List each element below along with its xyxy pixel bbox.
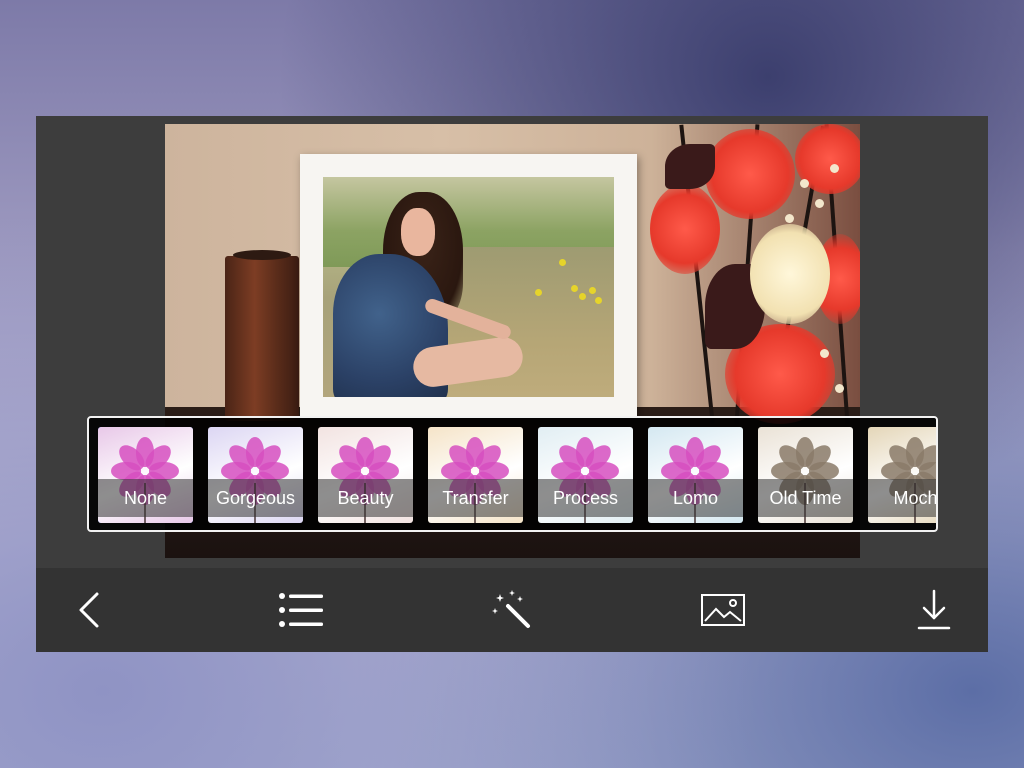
- filter-label: None: [98, 479, 193, 517]
- frame-photo: [323, 177, 614, 397]
- filter-label: Lomo: [648, 479, 743, 517]
- download-icon: [917, 589, 951, 630]
- filter-label: Gorgeous: [208, 479, 303, 517]
- editor-canvas: None Gorgeous Beauty Transfer Process Lomo Old…: [36, 116, 988, 568]
- flower-arrangement: [645, 124, 860, 424]
- filter-transfer[interactable]: Transfer: [428, 427, 523, 523]
- filter-gorgeous[interactable]: Gorgeous: [208, 427, 303, 523]
- chevron-left-icon: [79, 592, 99, 628]
- filter-label: Moch: [868, 479, 936, 517]
- filter-label: Transfer: [428, 479, 523, 517]
- filter-strip[interactable]: None Gorgeous Beauty Transfer Process Lomo Old…: [87, 416, 938, 532]
- effects-button[interactable]: [486, 584, 538, 636]
- filter-process[interactable]: Process: [538, 427, 633, 523]
- wooden-vase: [225, 250, 299, 421]
- filter-lomo[interactable]: Lomo: [648, 427, 743, 523]
- gallery-button[interactable]: [697, 584, 749, 636]
- filter-list: None Gorgeous Beauty Transfer Process Lomo Old…: [98, 427, 936, 523]
- back-button[interactable]: [64, 584, 116, 636]
- image-icon: [701, 594, 745, 626]
- download-button[interactable]: [908, 584, 960, 636]
- filter-beauty[interactable]: Beauty: [318, 427, 413, 523]
- app-window: None Gorgeous Beauty Transfer Process Lomo Old…: [36, 116, 988, 652]
- photo-frame: [300, 154, 637, 416]
- filter-label: Old Time: [758, 479, 853, 517]
- filter-old-time[interactable]: Old Time: [758, 427, 853, 523]
- filter-none[interactable]: None: [98, 427, 193, 523]
- filter-moch[interactable]: Moch: [868, 427, 936, 523]
- list-icon: [279, 593, 323, 627]
- magic-wand-icon: [492, 590, 530, 628]
- bottom-toolbar: [36, 568, 988, 652]
- list-button[interactable]: [275, 584, 327, 636]
- person-figure: [323, 192, 526, 397]
- filter-label: Beauty: [318, 479, 413, 517]
- filter-label: Process: [538, 479, 633, 517]
